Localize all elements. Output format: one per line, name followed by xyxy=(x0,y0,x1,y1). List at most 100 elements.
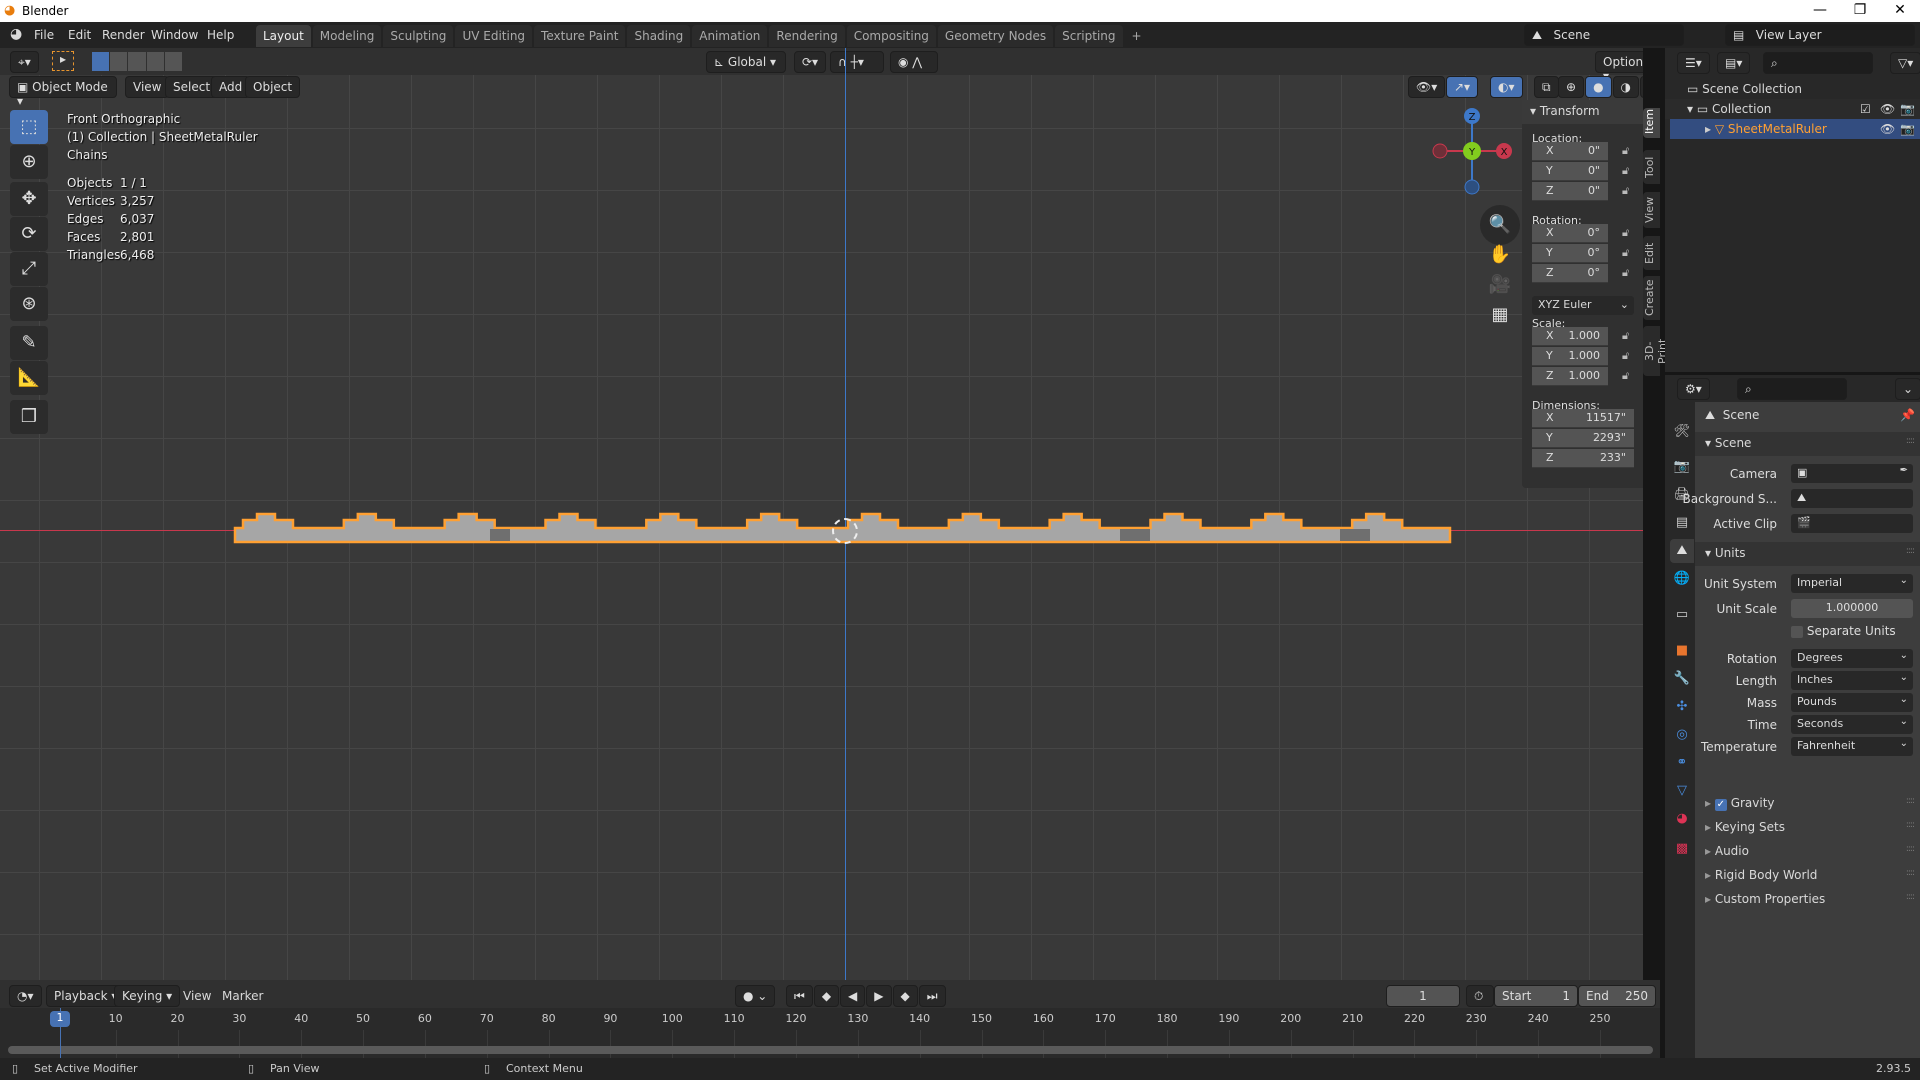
playhead-frame-label[interactable]: 1 xyxy=(50,1011,70,1027)
gizmo-toggle[interactable]: ↗▾ xyxy=(1446,76,1479,98)
wireframe-shading-icon[interactable]: ⊕ xyxy=(1558,76,1585,98)
tab-geometry-nodes[interactable]: Geometry Nodes xyxy=(937,25,1054,47)
unit-dropdown[interactable]: Inches ⌄ xyxy=(1791,671,1913,690)
sidebar-tab-view[interactable]: View xyxy=(1643,192,1660,228)
maximize-button[interactable]: ❐ xyxy=(1840,2,1880,18)
properties-tab-material-icon[interactable]: ◕ xyxy=(1670,807,1694,831)
properties-tab-constraints-icon[interactable]: ⚭ xyxy=(1670,751,1694,775)
menu-file[interactable]: File xyxy=(34,28,54,42)
proportional-edit-toggle[interactable]: ◉ ⋀ xyxy=(890,51,938,73)
collapsed-section-header[interactable]: ▸ Rigid Body World:::: xyxy=(1695,864,1920,888)
drag-handle-icon[interactable]: :::: xyxy=(1906,436,1915,446)
lock-icon[interactable]: 🔓︎ xyxy=(1622,184,1629,198)
separate-units-checkbox[interactable]: Separate Units xyxy=(1791,624,1896,638)
scale-z-field[interactable]: Z 1.000 xyxy=(1532,367,1608,386)
menu-edit[interactable]: Edit xyxy=(68,28,91,42)
tab-rendering[interactable]: Rendering xyxy=(769,25,845,47)
scene-section-header[interactable]: ▾ Scene:::: xyxy=(1695,432,1920,456)
current-frame-field[interactable]: 1 xyxy=(1386,985,1460,1007)
filter-view-layer-dropdown[interactable]: ▤▾ xyxy=(1717,52,1751,74)
lock-icon[interactable]: 🔓︎ xyxy=(1622,164,1629,178)
play-icon[interactable]: ▶ xyxy=(866,985,892,1007)
tab-animation[interactable]: Animation xyxy=(692,25,768,47)
minimize-button[interactable]: — xyxy=(1800,2,1840,18)
editor-type-dropdown[interactable]: ⚙▾ xyxy=(1677,378,1710,400)
cursor-tool[interactable]: ⊕ xyxy=(10,145,48,179)
filter-icon[interactable]: ▽▾ xyxy=(1890,52,1920,74)
options-dropdown[interactable]: Options ▾ xyxy=(1595,51,1643,83)
gizmo-neg-z-axis[interactable] xyxy=(1464,179,1480,195)
rotate-tool[interactable]: ⟳ xyxy=(10,217,48,251)
properties-tab-scene-icon[interactable]: ⛰ xyxy=(1670,539,1694,563)
camera-field[interactable]: ▣ ✒ xyxy=(1791,464,1913,483)
tab-compositing[interactable]: Compositing xyxy=(846,25,936,47)
menu-view[interactable]: View xyxy=(125,76,170,98)
gizmo-neg-x-axis[interactable] xyxy=(1432,143,1448,159)
unit-dropdown[interactable]: Degrees ⌄ xyxy=(1791,649,1913,668)
menu-help[interactable]: Help xyxy=(207,28,234,42)
auto-keying-toggle[interactable]: ● ⌄ xyxy=(735,985,776,1007)
dimensions-y-field[interactable]: Y 2293" xyxy=(1532,429,1634,448)
start-frame-field[interactable]: Start 1 xyxy=(1494,985,1578,1007)
rotation-x-field[interactable]: X 0° xyxy=(1532,224,1608,243)
orientation-dropdown[interactable]: ⊾ Global ▾ xyxy=(706,51,786,73)
menu-render[interactable]: Render xyxy=(102,28,145,42)
mode-dropdown[interactable]: ▣ Object Mode ▾ xyxy=(9,76,117,108)
location-x-field[interactable]: X 0" xyxy=(1532,142,1608,161)
select-subtract-icon[interactable] xyxy=(128,52,146,71)
view-layer-selector[interactable]: ▤ View Layer xyxy=(1725,24,1915,46)
unit-scale-field[interactable]: 1.000000 xyxy=(1791,599,1913,618)
menu-marker[interactable]: Marker xyxy=(222,989,263,1003)
properties-tab-collection-icon[interactable]: ▭ xyxy=(1670,603,1694,627)
unit-dropdown[interactable]: Fahrenheit ⌄ xyxy=(1791,737,1913,756)
unit-dropdown[interactable]: Seconds ⌄ xyxy=(1791,715,1913,734)
sidebar-tab-tool[interactable]: Tool xyxy=(1643,150,1660,184)
collapsed-section-header[interactable]: ▸ Audio:::: xyxy=(1695,840,1920,864)
measure-tool[interactable]: 📐 xyxy=(10,361,48,395)
properties-search-input[interactable]: ⌕ xyxy=(1737,378,1847,400)
drag-handle-icon[interactable]: :::: xyxy=(1906,868,1915,878)
select-new-icon[interactable] xyxy=(92,52,110,71)
select-extend-icon[interactable] xyxy=(110,52,128,71)
exclude-checkbox[interactable]: ☑ xyxy=(1860,102,1871,116)
eyedropper-icon[interactable]: ✒ xyxy=(1900,465,1908,476)
tab-uv-editing[interactable]: UV Editing xyxy=(455,25,533,47)
select-invert-icon[interactable] xyxy=(146,52,164,71)
properties-tab-texture-icon[interactable]: ▩ xyxy=(1670,837,1694,861)
outliner-search-input[interactable]: ⌕ xyxy=(1763,52,1873,74)
drag-handle-icon[interactable]: :::: xyxy=(1906,796,1915,806)
unit-system-dropdown[interactable]: Imperial ⌄ xyxy=(1791,574,1913,593)
collapsed-section-header[interactable]: ▸ Custom Properties:::: xyxy=(1695,888,1920,912)
display-mode-dropdown[interactable]: ☰▾ xyxy=(1677,52,1710,74)
rotation-mode-dropdown[interactable]: XYZ Euler ⌄ xyxy=(1532,296,1634,315)
drag-handle-icon[interactable]: :::: xyxy=(1906,892,1915,902)
move-tool[interactable]: ✥ xyxy=(10,182,48,216)
background-scene-field[interactable]: ⛰ xyxy=(1791,489,1913,508)
outliner-item-scene-collection[interactable]: ▭ Scene Collection xyxy=(1665,79,1920,99)
eye-icon[interactable]: 👁 xyxy=(1880,122,1895,136)
menu-view[interactable]: View xyxy=(183,989,211,1003)
scale-x-field[interactable]: X 1.000 xyxy=(1532,327,1608,346)
location-z-field[interactable]: Z 0" xyxy=(1532,182,1608,201)
scale-y-field[interactable]: Y 1.000 xyxy=(1532,347,1608,366)
prev-keyframe-icon[interactable]: ◆ xyxy=(813,985,840,1007)
tab-layout[interactable]: Layout xyxy=(256,25,311,47)
gravity-section-header[interactable]: ▸ ✓ Gravity:::: xyxy=(1695,792,1920,816)
collapsed-section-header[interactable]: ▸ Keying Sets:::: xyxy=(1695,816,1920,840)
transform-panel-header[interactable]: ▾ Transform xyxy=(1522,100,1643,124)
solid-shading-icon[interactable]: ● xyxy=(1585,76,1612,98)
timeline-area[interactable]: 10 20 30 40 50 60 70 80 90 100 110 120 130 140 150 160 1… xyxy=(0,1008,1660,1058)
drag-handle-icon[interactable]: :::: xyxy=(1906,844,1915,854)
rotation-y-field[interactable]: Y 0° xyxy=(1532,244,1608,263)
sidebar-tab-create[interactable]: Create xyxy=(1643,276,1660,320)
menu-object[interactable]: Object xyxy=(245,76,301,98)
lock-icon[interactable]: 🔓︎ xyxy=(1622,226,1629,240)
lock-icon[interactable]: 🔓︎ xyxy=(1622,246,1629,260)
stopwatch-icon[interactable]: ⏱ xyxy=(1466,985,1494,1007)
expand-icon[interactable]: ▸ xyxy=(1705,122,1711,136)
options-chevron-icon[interactable]: ⌄ xyxy=(1895,378,1920,400)
editor-type-dropdown[interactable]: ◔▾ xyxy=(9,985,42,1007)
xray-toggle[interactable]: ⧉ xyxy=(1534,76,1559,98)
properties-tab-tool-icon[interactable]: 🛠 xyxy=(1670,420,1694,444)
play-reverse-icon[interactable]: ◀ xyxy=(840,985,866,1007)
